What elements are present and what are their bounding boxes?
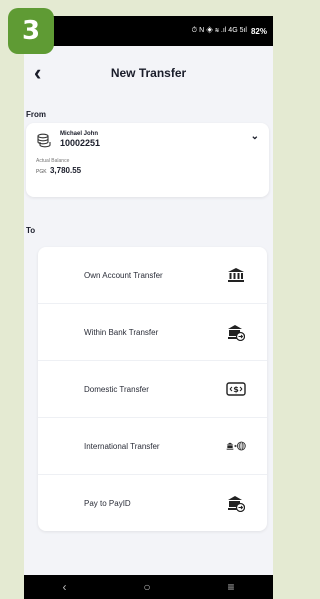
option-label: Pay to PayID	[84, 499, 131, 508]
header: ‹ New Transfer	[24, 46, 273, 100]
system-nav-bar: ‹ ○ ≡	[24, 575, 273, 599]
nav-home-button[interactable]: ○	[143, 580, 150, 594]
chevron-left-icon[interactable]: ‹	[34, 62, 41, 84]
option-label: Domestic Transfer	[84, 384, 149, 394]
balance-row: PGK 3,780.55	[36, 166, 259, 175]
nav-menu-button[interactable]: ≡	[228, 580, 235, 594]
currency-exchange-icon: $	[226, 380, 246, 398]
option-label: Within Bank Transfer	[84, 327, 159, 337]
page-title: New Transfer	[110, 66, 187, 80]
bank-icon	[226, 266, 246, 284]
bank-transfer-icon	[226, 495, 246, 513]
coins-icon	[37, 133, 51, 148]
account-info: Michael John 10002251	[60, 131, 100, 148]
from-label: From	[26, 110, 46, 119]
transfer-options-list: Own Account Transfer Within Bank Transfe…	[38, 247, 267, 531]
nav-back-button[interactable]: ‹	[62, 580, 66, 594]
option-label: Own Account Transfer	[84, 270, 163, 280]
account-number: 10002251	[60, 138, 101, 148]
status-bar: ⏱ N ◈ ≋ .ıl 4G 5ıl 82%	[24, 16, 273, 46]
battery-level: 82%	[250, 26, 267, 36]
account-row: Michael John 10002251	[36, 131, 259, 149]
phone-screen: ⏱ N ◈ ≋ .ıl 4G 5ıl 82% ‹ New Transfer Fr…	[24, 16, 273, 599]
option-domestic-transfer[interactable]: Domestic Transfer $	[38, 361, 267, 418]
bank-transfer-icon	[226, 323, 246, 341]
from-account-selector[interactable]: Michael John 10002251 ⌄ Actual Balance P…	[26, 123, 269, 197]
option-own-account-transfer[interactable]: Own Account Transfer	[38, 247, 267, 304]
account-name: Michael John	[60, 131, 99, 137]
balance-label: Actual Balance	[36, 158, 70, 164]
balance-amount: 3,780.55	[49, 166, 82, 175]
step-badge: 3	[8, 8, 54, 54]
option-international-transfer[interactable]: International Transfer	[38, 418, 267, 475]
to-label: To	[26, 226, 36, 235]
bank-globe-icon	[226, 437, 246, 455]
balance-currency: PGK	[36, 169, 47, 175]
chevron-down-icon[interactable]: ⌄	[251, 131, 259, 142]
option-within-bank-transfer[interactable]: Within Bank Transfer	[38, 304, 267, 361]
status-icons: ⏱ N ◈ ≋ .ıl 4G 5ıl	[191, 27, 247, 34]
option-label: International Transfer	[84, 441, 160, 451]
option-pay-to-payid[interactable]: Pay to PayID	[38, 475, 267, 532]
svg-text:$: $	[233, 385, 239, 394]
